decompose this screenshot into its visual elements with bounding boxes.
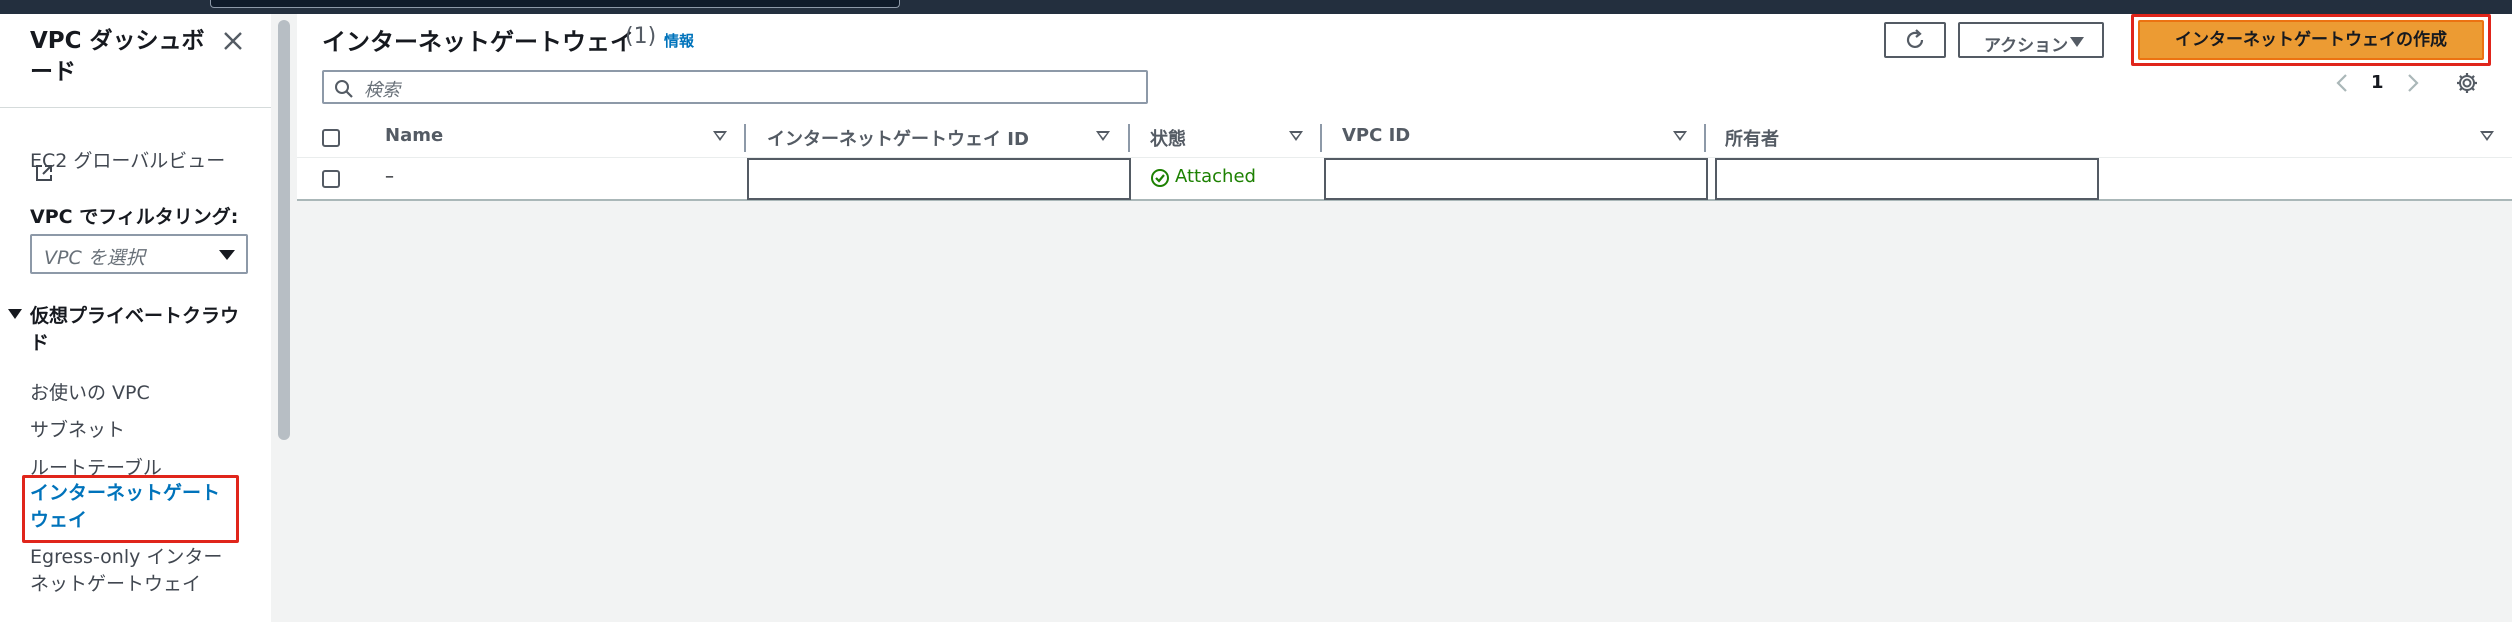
- sidebar-item-subnets[interactable]: サブネット: [30, 417, 125, 443]
- row-name: –: [385, 166, 394, 187]
- top-search-input[interactable]: [210, 0, 900, 8]
- info-link[interactable]: 情報: [664, 30, 694, 51]
- close-icon[interactable]: [220, 28, 246, 54]
- column-header-status[interactable]: 状態: [1150, 125, 1186, 151]
- column-resizer[interactable]: [744, 124, 746, 152]
- sort-icon[interactable]: [2480, 131, 2494, 141]
- vpc-filter-select[interactable]: VPC を選択: [30, 234, 248, 274]
- refresh-icon: [1906, 29, 1924, 49]
- column-resizer[interactable]: [1704, 124, 1706, 152]
- row-checkbox[interactable]: [322, 170, 340, 188]
- search-placeholder: 検索: [364, 80, 400, 101]
- search-input[interactable]: 検索: [322, 70, 1148, 104]
- chevron-left-icon[interactable]: [2334, 72, 2350, 94]
- column-header-owner[interactable]: 所有者: [1725, 125, 1779, 151]
- sidebar-item-internet-gateways[interactable]: インターネットゲートウェイ: [30, 480, 230, 534]
- column-header-vpc-id[interactable]: VPC ID: [1342, 125, 1410, 146]
- column-header-name[interactable]: Name: [385, 125, 443, 146]
- sidebar-item-ec2-global-view[interactable]: EC2 グローバルビュー: [30, 148, 225, 174]
- create-internet-gateway-button[interactable]: インターネットゲートウェイの作成: [2138, 20, 2484, 60]
- vpc-filter-placeholder: VPC を選択: [44, 247, 145, 269]
- vpc-filter-label: VPC でフィルタリング:: [30, 206, 239, 228]
- sort-icon[interactable]: [713, 131, 727, 141]
- sort-icon[interactable]: [1096, 131, 1110, 141]
- sort-icon[interactable]: [1673, 131, 1687, 141]
- row-owner[interactable]: [1715, 158, 2099, 200]
- actions-button[interactable]: アクション: [1958, 22, 2104, 58]
- item-count: (1): [625, 24, 657, 49]
- caret-down-icon: [2070, 37, 2084, 47]
- sidebar-section-vpc[interactable]: 仮想プライベートクラウド: [8, 303, 239, 354]
- check-circle-icon: [1151, 169, 1169, 187]
- top-nav-bar: [0, 0, 2512, 14]
- search-icon: [335, 80, 353, 98]
- status-text: Attached: [1175, 166, 1256, 187]
- caret-down-icon: [219, 250, 235, 260]
- column-resizer[interactable]: [1128, 124, 1130, 152]
- sidebar-item-your-vpcs[interactable]: お使いの VPC: [30, 380, 150, 406]
- row-gateway-id[interactable]: [747, 158, 1131, 200]
- sidebar-scrollbar[interactable]: [278, 20, 290, 440]
- gear-icon[interactable]: [2455, 71, 2479, 95]
- row-vpc-id[interactable]: [1324, 158, 1708, 200]
- sidebar-item-route-tables[interactable]: ルートテーブル: [30, 455, 162, 481]
- sidebar-section-label: 仮想プライベートクラウド: [30, 305, 240, 354]
- caret-down-icon: [8, 309, 22, 319]
- actions-label: アクション: [1984, 36, 2069, 55]
- column-header-gateway-id[interactable]: インターネットゲートウェイ ID: [767, 125, 1029, 151]
- sidebar-title: VPC ダッシュボード: [30, 28, 205, 85]
- external-link-icon[interactable]: [34, 163, 54, 183]
- sidebar-divider: [0, 107, 271, 108]
- select-all-checkbox[interactable]: [322, 129, 340, 147]
- chevron-right-icon[interactable]: [2405, 72, 2421, 94]
- sidebar-item-egress-only-gateways[interactable]: Egress-only インターネットゲートウェイ: [30, 544, 240, 598]
- page-number[interactable]: 1: [2371, 72, 2384, 93]
- refresh-button[interactable]: [1884, 22, 1946, 58]
- sort-icon[interactable]: [1289, 131, 1303, 141]
- column-resizer[interactable]: [1320, 124, 1322, 152]
- page-title: インターネットゲートウェイ: [322, 28, 634, 56]
